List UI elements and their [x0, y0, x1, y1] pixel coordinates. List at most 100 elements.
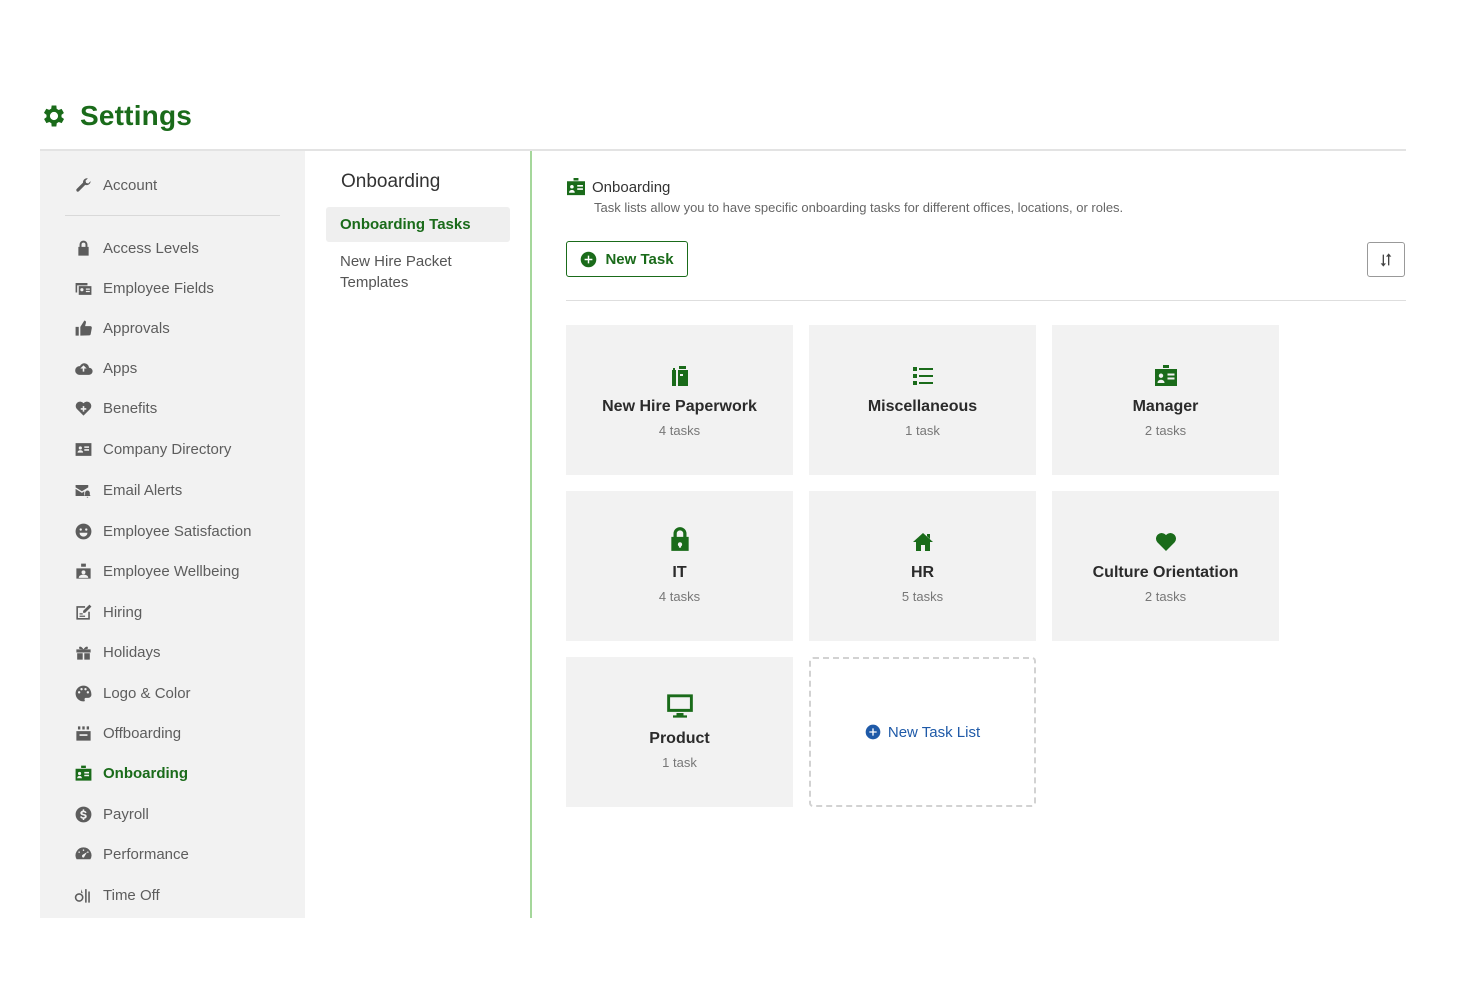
gauge-icon [73, 844, 93, 864]
sidebar-item-employee-satisfaction[interactable]: Employee Satisfaction [73, 519, 251, 543]
task-list-name: New Hire Paperwork [602, 398, 757, 415]
dollar-circle-icon [73, 804, 93, 824]
sidebar-item-apps[interactable]: Apps [73, 356, 137, 380]
task-list-name: HR [910, 564, 935, 581]
task-list-count: 2 tasks [1144, 423, 1187, 438]
time-off-icon [73, 885, 93, 905]
section-heading: Onboarding [566, 178, 670, 196]
heart-icon [1154, 528, 1178, 554]
sidebar-item-employee-wellbeing[interactable]: Employee Wellbeing [73, 559, 239, 583]
subnav-title: Onboarding [341, 171, 441, 192]
sidebar-item-benefits[interactable]: Benefits [73, 396, 157, 420]
gear-icon [43, 105, 65, 127]
monitor-icon [665, 694, 695, 720]
lock-icon [73, 238, 93, 258]
task-list-count: 1 task [662, 755, 697, 770]
sidebar-item-holidays[interactable]: Holidays [73, 640, 161, 664]
id-card-icon [1154, 362, 1178, 388]
thumbs-up-icon [73, 318, 93, 338]
sidebar-item-label: Logo & Color [103, 684, 191, 702]
sidebar-item-email-alerts[interactable]: Email Alerts [73, 478, 182, 502]
content-divider [566, 300, 1406, 301]
sidebar-item-label: Offboarding [103, 724, 182, 742]
sidebar-item-label: Time Off [103, 886, 160, 904]
mail-bell-icon [73, 480, 93, 500]
sort-button[interactable] [1367, 242, 1405, 277]
wrench-icon [73, 175, 93, 195]
plus-circle-icon [581, 251, 597, 267]
task-list-card-hr[interactable]: HR 5 tasks [809, 491, 1036, 641]
sidebar-item-label: Payroll [103, 805, 149, 823]
sidebar-item-label: Approvals [103, 319, 170, 337]
page-header: Settings [40, 100, 192, 132]
sidebar-item-employee-fields[interactable]: Employee Fields [73, 276, 214, 300]
task-list-card-new-hire-paperwork[interactable]: New Hire Paperwork 4 tasks [566, 325, 793, 475]
task-list-card-culture-orientation[interactable]: Culture Orientation 2 tasks [1052, 491, 1279, 641]
subnav-item-new-hire-packet-templates[interactable]: New Hire Packet Templates [326, 251, 476, 293]
sidebar-item-logo-color[interactable]: Logo & Color [73, 681, 191, 705]
task-list-count: 4 tasks [658, 423, 701, 438]
task-list-name: Miscellaneous [867, 398, 978, 415]
task-list-card-product[interactable]: Product 1 task [566, 657, 793, 807]
sidebar-item-label: Onboarding [103, 764, 188, 782]
new-task-button[interactable]: New Task [566, 241, 688, 277]
sidebar-item-label: Hiring [103, 603, 143, 621]
palette-icon [73, 683, 93, 703]
wellbeing-icon [73, 561, 93, 581]
sidebar-item-account[interactable]: Account [73, 173, 157, 197]
task-list-name: Manager [1132, 398, 1199, 415]
sidebar-item-label: Holidays [103, 643, 161, 661]
sidebar-item-label: Apps [103, 359, 138, 377]
task-list-card-miscellaneous[interactable]: Miscellaneous 1 task [809, 325, 1036, 475]
task-list-name: Culture Orientation [1092, 564, 1239, 581]
sidebar-item-onboarding[interactable]: Onboarding [73, 761, 188, 785]
page-title: Settings [80, 100, 193, 131]
new-task-label: New Task [605, 250, 674, 268]
sidebar-item-label: Access Levels [103, 239, 199, 257]
id-badge-icon [567, 178, 585, 196]
subnav-divider [530, 151, 532, 918]
task-list-count: 4 tasks [658, 589, 701, 604]
sidebar-item-label: Performance [103, 845, 189, 863]
sort-arrows-icon [1380, 252, 1392, 267]
sidebar-item-label: Email Alerts [103, 481, 183, 499]
sidebar-item-label: Account [103, 176, 158, 194]
clipboard-icon [668, 362, 692, 388]
sidebar-item-access-levels[interactable]: Access Levels [73, 236, 199, 260]
sidebar-item-payroll[interactable]: Payroll [73, 802, 149, 826]
lock-icon [667, 527, 693, 554]
sidebar-item-offboarding[interactable]: Offboarding [73, 721, 181, 745]
cloud-upload-icon [73, 358, 93, 378]
heart-plus-icon [73, 398, 93, 418]
task-list-card-manager[interactable]: Manager 2 tasks [1052, 325, 1279, 475]
task-list-name: IT [672, 564, 687, 581]
home-icon [911, 528, 935, 554]
subnav-item-onboarding-tasks[interactable]: Onboarding Tasks [326, 207, 510, 242]
box-out-icon [73, 723, 93, 743]
id-badge-icon [73, 763, 93, 783]
sidebar-item-label: Employee Wellbeing [103, 562, 240, 580]
sidebar-item-label: Employee Fields [103, 279, 214, 297]
address-card-icon [73, 439, 93, 459]
task-list-count: 5 tasks [901, 589, 944, 604]
id-cards-icon [73, 278, 93, 298]
sidebar-item-approvals[interactable]: Approvals [73, 316, 170, 340]
sidebar-item-label: Benefits [103, 399, 158, 417]
gift-icon [73, 642, 93, 662]
task-list-count: 2 tasks [1144, 589, 1187, 604]
onboarding-subnav: Onboarding Onboarding Tasks New Hire Pac… [305, 151, 530, 918]
sidebar-divider [65, 215, 280, 216]
sidebar-item-hiring[interactable]: Hiring [73, 600, 142, 624]
sidebar-item-time-off[interactable]: Time Off [73, 883, 160, 907]
list-icon [911, 362, 935, 388]
task-list-card-it[interactable]: IT 4 tasks [566, 491, 793, 641]
section-title: Onboarding [592, 178, 671, 196]
sidebar-item-performance[interactable]: Performance [73, 842, 189, 866]
section-description: Task lists allow you to have specific on… [594, 200, 1124, 215]
edit-doc-icon [73, 602, 93, 622]
sidebar-item-label: Company Directory [103, 440, 232, 458]
plus-circle-icon [865, 724, 881, 740]
new-task-list-card[interactable]: New Task List [809, 657, 1036, 807]
sidebar-item-company-directory[interactable]: Company Directory [73, 437, 231, 461]
sidebar-item-label: Employee Satisfaction [103, 522, 252, 540]
